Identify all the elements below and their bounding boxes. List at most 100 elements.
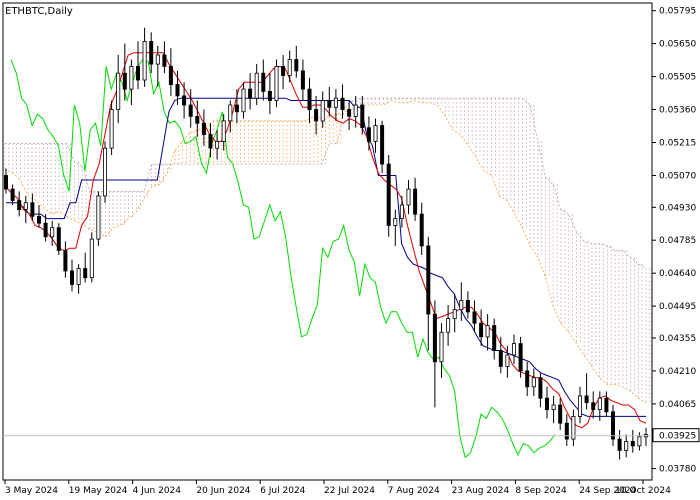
candle-body — [294, 59, 299, 72]
candle-body — [498, 350, 503, 367]
candle — [380, 120, 385, 174]
candle-body — [525, 370, 530, 388]
candle — [624, 434, 629, 458]
candle-body — [267, 91, 272, 101]
candle — [485, 314, 490, 351]
candlesticks — [4, 27, 649, 460]
candle-body — [17, 200, 22, 211]
candle-body — [624, 440, 629, 451]
candle — [294, 45, 299, 78]
candle-body — [76, 268, 81, 285]
candle — [83, 252, 88, 283]
candle — [267, 73, 272, 115]
candle-body — [340, 97, 345, 110]
candle-body — [70, 270, 75, 285]
candle-body — [399, 204, 404, 220]
candle-body — [129, 66, 134, 90]
candle-body — [380, 125, 385, 165]
time-tick-label: 22 Jul 2024 — [324, 486, 375, 496]
candle-body — [307, 88, 312, 110]
candle — [314, 95, 319, 135]
candle — [10, 184, 15, 205]
candle — [320, 91, 325, 128]
candle-body — [50, 227, 55, 238]
candle — [70, 259, 75, 292]
candle-body — [168, 66, 173, 86]
candle — [432, 300, 437, 408]
candle-body — [37, 215, 42, 224]
candle — [545, 386, 550, 419]
candle-body — [89, 238, 94, 279]
candle-body — [208, 134, 213, 149]
candle — [492, 318, 497, 360]
candle — [347, 100, 352, 130]
candle-body — [109, 109, 114, 149]
candle — [142, 27, 147, 87]
candle — [584, 373, 589, 410]
price-axis: 0.05795 0.05650 0.05505 0.05360 0.05215 0.050… — [652, 7, 700, 475]
candle — [538, 373, 543, 408]
candle-body — [228, 104, 233, 122]
candle — [459, 282, 464, 321]
price-tick-label: 0.05360 — [659, 106, 696, 116]
candle-body — [287, 59, 292, 76]
candle-body — [505, 354, 510, 367]
kijun-sen-line — [6, 97, 646, 417]
candle — [360, 95, 365, 135]
candle — [300, 59, 305, 101]
time-tick-label: 3 May 2024 — [5, 486, 58, 496]
candle-body — [578, 395, 583, 417]
price-tick-label: 0.05505 — [659, 73, 696, 83]
candle-body — [584, 395, 589, 404]
price-tick-label: 0.05650 — [659, 40, 696, 50]
candle-body — [406, 188, 411, 206]
tenkan-sen-line — [5, 52, 647, 429]
price-tick-label: 0.04065 — [659, 400, 696, 410]
candle-body — [446, 318, 451, 333]
candle — [122, 43, 127, 101]
tenkan-sen — [5, 52, 647, 429]
candle-body — [479, 322, 484, 338]
candle-body — [347, 109, 352, 117]
candle-body — [10, 188, 15, 201]
candle-body — [254, 72, 259, 99]
candle — [406, 180, 411, 215]
price-tick-label: 0.04210 — [659, 367, 696, 377]
time-tick-label: 4 Jun 2024 — [133, 486, 182, 496]
time-tick-label: 20 Jun 2024 — [196, 486, 250, 496]
candle-body — [142, 41, 147, 81]
candle-body — [4, 175, 9, 190]
candle-body — [175, 84, 180, 97]
candle-body — [518, 343, 523, 372]
candle — [17, 191, 22, 217]
candle-body — [604, 397, 609, 413]
candle — [241, 82, 246, 119]
chart-title: ETHBTC,Daily — [5, 6, 73, 17]
candle — [228, 100, 233, 133]
candle-body — [182, 95, 187, 106]
candle-body — [366, 127, 371, 142]
candle — [188, 89, 193, 128]
candle-body — [531, 377, 536, 388]
candle — [551, 395, 556, 424]
candle — [591, 391, 596, 419]
candle-body — [63, 250, 68, 272]
candle-body — [83, 268, 88, 279]
candle-body — [327, 100, 332, 108]
candle-body — [248, 88, 253, 99]
candle — [281, 55, 286, 90]
candle — [472, 300, 477, 333]
candle — [23, 195, 28, 224]
candle-body — [261, 72, 266, 92]
candle — [116, 55, 121, 124]
candle — [630, 430, 635, 453]
candle-body — [274, 66, 279, 101]
candle-body — [221, 120, 226, 142]
price-tick-label: 0.05070 — [659, 172, 696, 182]
candle-body — [23, 202, 28, 210]
candle-body — [545, 397, 550, 411]
candle — [531, 368, 536, 396]
candle — [426, 236, 431, 351]
candle — [182, 82, 187, 119]
candle — [637, 432, 642, 451]
